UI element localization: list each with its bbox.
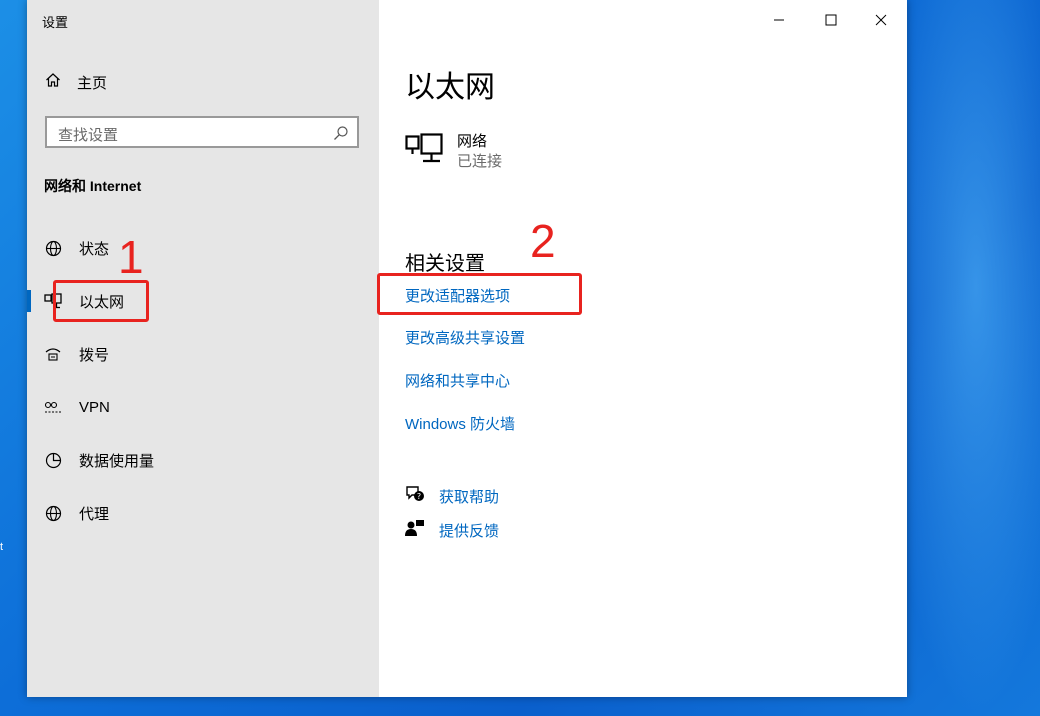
annotation-box-ethernet	[53, 280, 149, 322]
annotation-number-1: 1	[118, 231, 144, 283]
search-input[interactable]: 查找设置	[45, 116, 359, 148]
sidebar-item-label: VPN	[79, 398, 110, 416]
feedback-link[interactable]: 提供反馈	[405, 519, 499, 542]
section-title: 网络和 Internet	[44, 178, 142, 194]
annotation-number-2: 2	[530, 215, 556, 267]
svg-text:?: ?	[417, 492, 421, 501]
get-help-link[interactable]: ? 获取帮助	[405, 485, 499, 508]
windows-firewall-link[interactable]: Windows 防火墙	[405, 413, 515, 434]
sidebar-item-label: 状态	[79, 240, 110, 258]
desktop-icon-label: t	[0, 541, 4, 553]
feedback-person-icon	[405, 519, 425, 542]
sidebar-item-proxy[interactable]: 代理	[27, 493, 379, 533]
network-state: 已连接	[457, 153, 503, 170]
sidebar: 设置 主页 查找设置 网络和 Internet 状态 以太网 拨号 VPN 数据…	[27, 0, 379, 697]
advanced-sharing-link[interactable]: 更改高级共享设置	[405, 327, 525, 348]
data-usage-icon	[43, 450, 63, 470]
sidebar-item-label: 代理	[79, 505, 110, 523]
sidebar-item-label: 数据使用量	[79, 452, 155, 470]
network-sharing-center-link[interactable]: 网络和共享中心	[405, 370, 510, 391]
home-nav-item[interactable]: 主页	[45, 70, 107, 94]
annotation-box-adapter-options	[377, 273, 582, 315]
sidebar-item-dialup[interactable]: 拨号	[27, 334, 379, 374]
main-content: 以太网 网络 已连接 相关设置 更改适配器选项 更改高级共享设置 网络和共享中心…	[379, 0, 907, 697]
globe-status-icon	[43, 238, 63, 258]
network-name: 网络	[457, 133, 488, 150]
dialup-icon	[43, 344, 63, 364]
search-icon[interactable]	[333, 125, 349, 146]
related-settings-title: 相关设置	[405, 253, 485, 275]
feedback-label: 提供反馈	[439, 523, 500, 540]
app-title: 设置	[42, 15, 69, 30]
sidebar-item-data-usage[interactable]: 数据使用量	[27, 440, 379, 480]
ethernet-network-icon	[405, 132, 443, 172]
page-title: 以太网	[405, 71, 495, 104]
maximize-button[interactable]	[821, 10, 841, 30]
settings-window: 设置 主页 查找设置 网络和 Internet 状态 以太网 拨号 VPN 数据…	[27, 0, 907, 697]
minimize-icon	[774, 19, 784, 21]
vpn-icon	[43, 397, 63, 417]
close-button[interactable]	[871, 10, 891, 30]
network-status[interactable]: 网络 已连接	[405, 132, 502, 172]
home-icon	[45, 72, 61, 93]
get-help-label: 获取帮助	[439, 489, 500, 506]
sidebar-item-status[interactable]: 状态	[27, 228, 379, 268]
sidebar-item-label: 拨号	[79, 346, 110, 364]
search-placeholder: 查找设置	[58, 127, 119, 144]
maximize-icon	[825, 14, 837, 26]
sidebar-item-vpn[interactable]: VPN	[27, 387, 379, 427]
minimize-button[interactable]	[769, 10, 789, 30]
home-label: 主页	[77, 74, 108, 92]
close-icon	[875, 14, 887, 26]
help-chat-icon: ?	[405, 485, 425, 508]
globe-proxy-icon	[43, 503, 63, 523]
